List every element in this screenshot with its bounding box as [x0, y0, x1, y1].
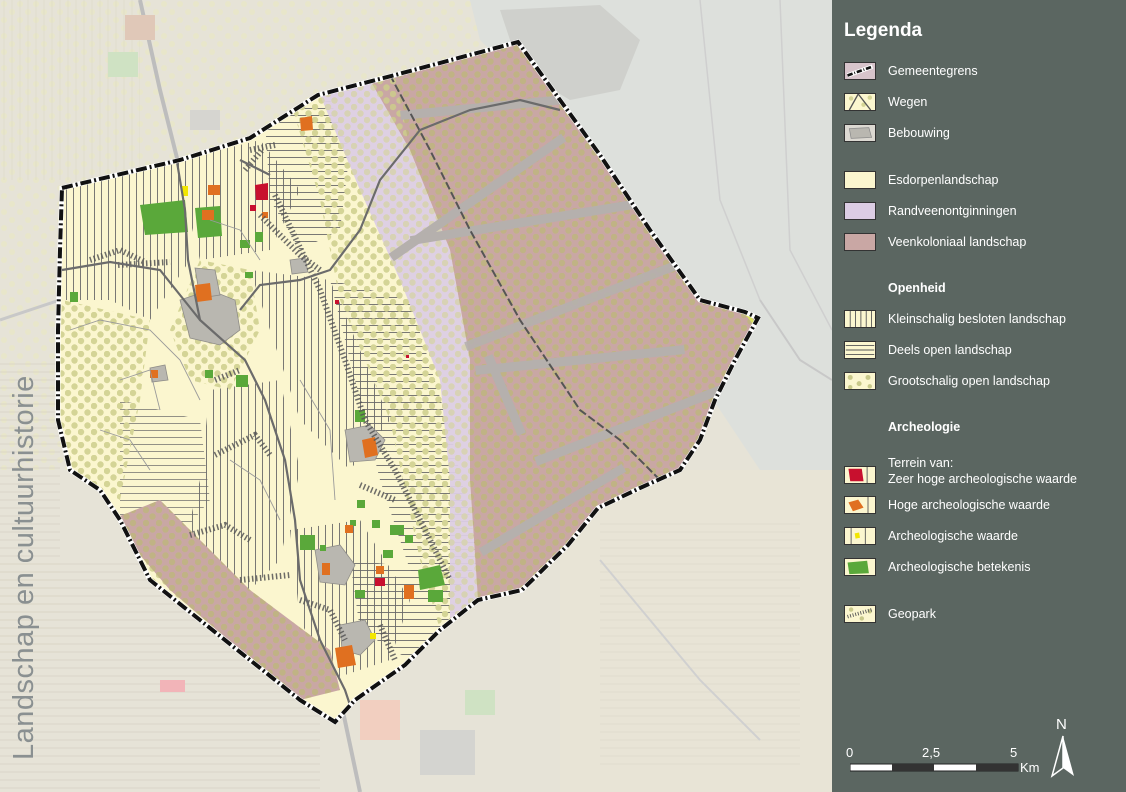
- legend-label: Grootschalig open landschap: [888, 374, 1050, 388]
- scale-unit: Km: [1020, 760, 1040, 775]
- north-arrow-icon: [1050, 735, 1074, 778]
- legend-item-deels-open: Deels open landschap: [844, 339, 1124, 361]
- legend-item-gemeentegrens: Gemeentegrens: [844, 60, 1124, 82]
- scale-tick-5: 5: [1010, 745, 1018, 760]
- municipal-border-swatch: [844, 62, 876, 80]
- dots-swatch: [844, 372, 876, 390]
- legend-heading-openheid: Openheid: [888, 281, 946, 295]
- scale-tick-0: 0: [846, 745, 854, 760]
- legend-label: Archeologische betekenis: [888, 560, 1031, 574]
- horizontal-lines-swatch: [844, 341, 876, 359]
- high-value-swatch: [844, 496, 876, 514]
- legend-item-zeer-hoge: Terrein van: Zeer hoge archeologische wa…: [844, 456, 1124, 486]
- veenkoloniaal-swatch: [844, 233, 876, 251]
- legend-label: Hoge archeologische waarde: [888, 498, 1050, 512]
- scale-bar: [850, 763, 1019, 772]
- very-high-value-swatch: [844, 466, 876, 484]
- legend-item-hoge: Hoge archeologische waarde: [844, 494, 1124, 516]
- map: [0, 0, 832, 792]
- side-title: Landschap en cultuurhistorie: [8, 375, 40, 760]
- scale-tick-2-5: 2,5: [922, 745, 941, 760]
- legend-label-multiline: Terrein van: Zeer hoge archeologische wa…: [888, 455, 1077, 487]
- geopark-swatch: [844, 605, 876, 623]
- legend-label: Gemeentegrens: [888, 64, 978, 78]
- built-area-swatch: [844, 124, 876, 142]
- legend-label: Bebouwing: [888, 126, 950, 140]
- legend-label: Geopark: [888, 607, 936, 621]
- legend-heading-archeologie: Archeologie: [888, 420, 961, 434]
- legend-label: Esdorpenlandschap: [888, 173, 999, 187]
- legend-item-esdorpenlandschap: Esdorpenlandschap: [844, 169, 1124, 191]
- legend-label: Veenkoloniaal landschap: [888, 235, 1027, 249]
- legend-item-randveenontginningen: Randveenontginningen: [844, 200, 1124, 222]
- legend-label: Deels open landschap: [888, 343, 1012, 357]
- legend-subtitle: Terrein van:: [888, 456, 954, 470]
- randveen-swatch: [844, 202, 876, 220]
- legend-item-kleinschalig: Kleinschalig besloten landschap: [844, 308, 1124, 330]
- legend-item-grootschalig: Grootschalig open landschap: [844, 370, 1124, 392]
- roads-swatch: [844, 93, 876, 111]
- legend-title: Legenda: [844, 20, 923, 41]
- legend-item-bebouwing: Bebouwing: [844, 122, 1124, 144]
- legend-panel: Legenda Gemeentegrens Wegen Bebouwing Es…: [832, 0, 1126, 792]
- legend-item-wegen: Wegen: [844, 91, 1124, 113]
- legend-item-veenkoloniaal: Veenkoloniaal landschap: [844, 231, 1124, 253]
- north-label: N: [1056, 716, 1067, 733]
- legend-item-geopark: Geopark: [844, 603, 1124, 625]
- legend-label: Wegen: [888, 95, 928, 109]
- legend-label: Randveenontginningen: [888, 204, 1017, 218]
- esdorp-swatch: [844, 171, 876, 189]
- significance-swatch: [844, 558, 876, 576]
- legend-label: Archeologische waarde: [888, 529, 1018, 543]
- legend-item-waarde: Archeologische waarde: [844, 525, 1124, 547]
- legend-label: Zeer hoge archeologische waarde: [888, 472, 1078, 486]
- vertical-lines-swatch: [844, 310, 876, 328]
- legend-item-betekenis: Archeologische betekenis: [844, 556, 1124, 578]
- legend-label: Kleinschalig besloten landschap: [888, 312, 1066, 326]
- value-swatch: [844, 527, 876, 545]
